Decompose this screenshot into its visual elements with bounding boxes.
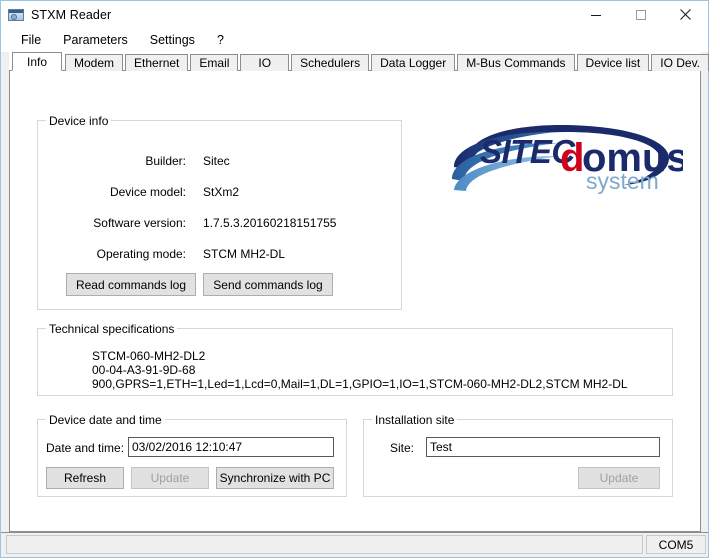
tab-page-info: Device info Builder: Sitec Device model:…: [9, 70, 701, 532]
minimize-icon[interactable]: [573, 1, 618, 28]
update-site-button[interactable]: Update: [578, 467, 660, 489]
menu-bar: File Parameters Settings ?: [1, 28, 708, 52]
tab-email[interactable]: Email: [190, 54, 239, 71]
device-info-group: Device info Builder: Sitec Device model:…: [37, 114, 402, 310]
maximize-icon[interactable]: [618, 1, 663, 28]
tab-io[interactable]: IO: [240, 54, 290, 71]
technical-specifications-legend: Technical specifications: [46, 322, 178, 336]
menu-item-parameters[interactable]: Parameters: [54, 31, 137, 50]
device-info-legend: Device info: [46, 114, 112, 128]
builder-value: Sitec: [203, 154, 230, 168]
svg-text:d: d: [560, 136, 584, 180]
tab-data-logger[interactable]: Data Logger: [371, 54, 456, 71]
tab-ethernet[interactable]: Ethernet: [125, 54, 189, 71]
date-time-input[interactable]: 03/02/2016 12:10:47: [128, 437, 334, 457]
spec-line-features: 900,GPRS=1,ETH=1,Led=1,Lcd=0,Mail=1,DL=1…: [92, 377, 628, 391]
technical-specifications-group: Technical specifications STCM-060-MH2-DL…: [37, 322, 673, 396]
synchronize-with-pc-button[interactable]: Synchronize with PC: [216, 467, 334, 489]
tab-modem[interactable]: Modem: [65, 54, 124, 71]
application-window: STXM Reader File Parameters Settings ? I…: [0, 0, 709, 558]
read-commands-log-button[interactable]: Read commands log: [66, 273, 196, 296]
site-label: Site:: [390, 441, 415, 455]
menu-item-file[interactable]: File: [12, 31, 50, 50]
send-commands-log-button[interactable]: Send commands log: [203, 273, 333, 296]
device-date-time-group: Device date and time Date and time: 03/0…: [37, 413, 347, 497]
tab-strip: Info Modem Ethernet Email IO Schedulers …: [9, 52, 709, 71]
menu-item-help[interactable]: ?: [208, 31, 233, 50]
refresh-button[interactable]: Refresh: [46, 467, 124, 489]
device-model-value: StXm2: [203, 185, 240, 199]
status-panel-port: COM5: [646, 535, 706, 554]
svg-text:system: system: [586, 168, 659, 194]
operating-mode-label: Operating mode:: [96, 247, 186, 261]
date-time-label: Date and time:: [46, 441, 125, 455]
site-input[interactable]: Test: [426, 437, 660, 457]
installation-site-group: Installation site Site: Test Update: [363, 413, 673, 497]
window-controls: [573, 1, 708, 28]
device-model-label: Device model:: [109, 185, 186, 199]
tab-device-list[interactable]: Device list: [576, 54, 650, 71]
window-title: STXM Reader: [31, 7, 112, 22]
update-date-time-button[interactable]: Update: [131, 467, 209, 489]
device-date-time-legend: Device date and time: [46, 413, 165, 427]
operating-mode-value: STCM MH2-DL: [203, 247, 286, 261]
spec-line-mac: 00-04-A3-91-9D-68: [92, 363, 196, 377]
logo-artwork: SITEC d omus system: [452, 124, 689, 194]
spec-line-model: STCM-060-MH2-DL2: [92, 349, 206, 363]
app-window-icon: [8, 7, 24, 23]
status-panel-main: [6, 535, 643, 554]
installation-site-legend: Installation site: [372, 413, 458, 427]
tab-schedulers[interactable]: Schedulers: [291, 54, 370, 71]
software-version-value: 1.7.5.3.20160218151755: [203, 216, 337, 230]
title-bar: STXM Reader: [1, 1, 708, 28]
close-icon[interactable]: [663, 1, 708, 28]
sitec-domus-logo: SITEC d omus system: [438, 121, 689, 203]
menu-item-settings[interactable]: Settings: [141, 31, 204, 50]
tab-host: Info Modem Ethernet Email IO Schedulers …: [9, 52, 709, 532]
status-bar: COM5: [1, 532, 708, 557]
tab-info[interactable]: Info: [12, 52, 63, 71]
tab-io-dev[interactable]: IO Dev.: [651, 54, 709, 71]
builder-label: Builder:: [145, 154, 186, 168]
tab-m-bus-commands[interactable]: M-Bus Commands: [457, 54, 575, 71]
software-version-label: Software version:: [93, 216, 186, 230]
